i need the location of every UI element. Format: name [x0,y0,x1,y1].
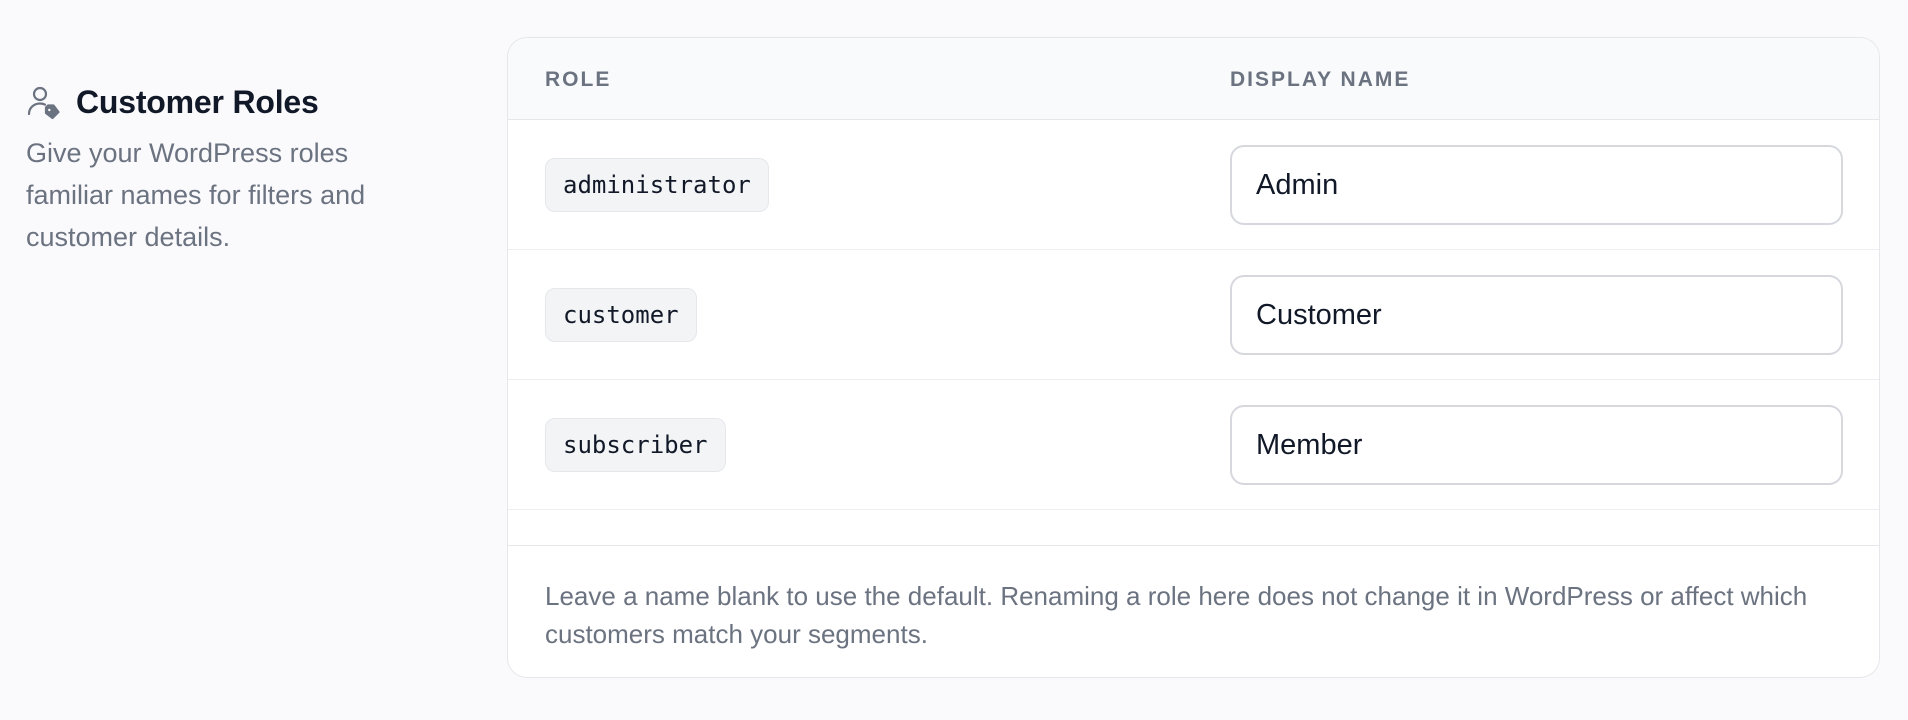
role-slug: subscriber [545,418,726,472]
table-row: subscriber [508,380,1879,510]
section-header: Customer Roles [26,82,426,122]
section-intro: Customer Roles Give your WordPress roles… [26,82,426,258]
role-slug: administrator [545,158,769,212]
settings-page: Customer Roles Give your WordPress roles… [0,0,1908,720]
column-header-role: ROLE [545,68,612,91]
table-row: administrator [508,120,1879,250]
column-header-display-name: DISPLAY NAME [1230,68,1411,91]
table-row: customer [508,250,1879,380]
table-header: ROLE DISPLAY NAME [508,38,1879,120]
section-title: Customer Roles [76,83,319,120]
display-name-input[interactable] [1230,405,1843,485]
user-tag-icon [26,84,62,120]
role-slug: customer [545,288,697,342]
help-note: Leave a name blank to use the default. R… [545,581,1808,649]
section-description: Give your WordPress roles familiar names… [26,138,366,252]
table-footer: Leave a name blank to use the default. R… [508,545,1879,677]
display-name-input[interactable] [1230,275,1843,355]
display-name-input[interactable] [1230,145,1843,225]
roles-card: ROLE DISPLAY NAME administrator customer… [507,37,1880,678]
